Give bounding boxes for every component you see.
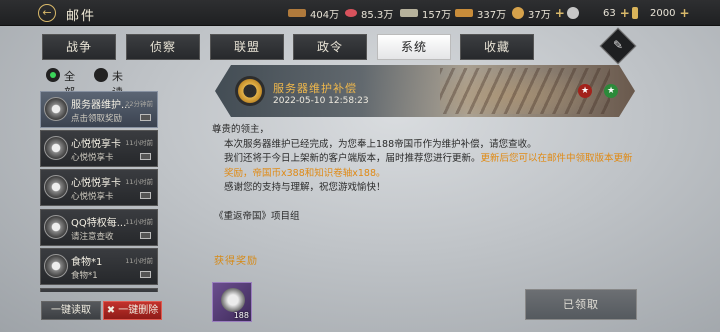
tab-war[interactable]: 战争 [42,34,116,60]
add-silver-button[interactable]: + [620,6,630,20]
envelope-icon [140,114,151,121]
seal-icon [44,175,68,199]
iron-icon [455,9,473,17]
tab-scout[interactable]: 侦察 [126,34,200,60]
add-gold-button[interactable]: + [555,6,565,20]
delete-all-label: 一键删除 [118,305,159,316]
tab-system[interactable]: 系统 [377,34,451,60]
mail-body: 尊贵的领主， 本次服务器维护已经完成，为您奉上188帝国币作为维护补偿，请您查收… [212,123,642,196]
gold-icon [512,7,524,19]
page-title: 邮件 [66,9,97,24]
envelope-icon [140,271,151,278]
resource-value: 404万 [310,9,340,21]
stone-icon [400,9,418,17]
mail-paragraph: 感谢您的支持与理解，祝您游戏愉快！ [224,182,386,193]
read-all-button[interactable]: 一键读取 [41,301,101,320]
tab-alliance[interactable]: 联盟 [210,34,284,60]
mail-title: 食物*1 [71,257,103,268]
add-gems-button[interactable]: + [679,6,689,20]
resource-gems: 2000 + [632,6,690,20]
mail-list-item[interactable]: 食物*1 食物*1 11小时前 [40,248,158,285]
mail-list-item[interactable]: 心悦悦享卡 心悦悦享卡 11小时前 [40,130,158,167]
mail-title: 服务器维护... [71,100,131,111]
resource-wood: 404万 [288,6,340,21]
meat-icon [345,9,357,17]
reward-count: 188 [233,311,249,320]
mail-time: 11小时前 [125,178,153,186]
mail-subtitle: 请注意查收 [71,232,114,242]
seal-icon [44,254,68,278]
quill-icon: ✎ [612,38,624,52]
gem-icon [632,7,638,19]
gear-icon: ⚙ [235,76,265,106]
wood-icon [288,9,306,17]
resource-stone: 157万 [400,6,452,21]
seal-icon [44,215,68,239]
trash-icon: ✖ [106,305,116,316]
silver-coin-icon [567,7,579,19]
mail-detail-title: 服务器维护补偿 [273,82,357,95]
mail-time: 11小时前 [125,257,153,265]
resource-silver: 63 + [567,6,630,20]
mail-subtitle: 点击领取奖励 [71,114,123,124]
mail-signature: 《重返帝国》项目组 [214,211,300,222]
mail-time: 11小时前 [125,139,153,147]
mail-title: 心悦悦享卡 [71,178,121,189]
mail-time: 11小时前 [125,218,153,226]
tab-decree[interactable]: 政令 [293,34,367,60]
filter-all-radio[interactable] [46,68,60,82]
mail-list-item[interactable]: 心悦悦享卡 心悦悦享卡 11小时前 [40,169,158,206]
resource-value: 2000 [650,7,676,19]
filter-unread-radio[interactable] [94,68,108,82]
resource-value: 63 [603,7,616,19]
back-arrow-icon[interactable]: ← [38,4,56,22]
mail-title: 心悦悦享卡 [71,139,121,150]
empire-coin-icon [221,288,245,312]
mail-text: 我们还将于今日上架新的客户端版本，届时推荐您进行更新。 [224,153,481,164]
tab-favorites[interactable]: 收藏 [460,34,534,60]
reward-item[interactable]: 188 [212,282,252,322]
mail-list-item[interactable]: 服务器维护... 点击领取奖励 22分钟前 [40,91,158,128]
seal-icon [44,136,68,160]
resource-gold: 37万 + [512,6,565,21]
mail-time: 22分钟前 [125,100,153,108]
rewards-label: 获得奖励 [214,256,258,267]
mail-category-tabs: 战争 侦察 联盟 政令 系统 收藏 ✎ [0,27,720,65]
seal-icon [44,97,68,121]
envelope-icon [140,232,151,239]
top-bar: ← 邮件 404万 85.3万 157万 337万 37万 + 63 + 200… [0,0,720,26]
envelope-icon [140,192,151,199]
mail-subtitle: 心悦悦享卡 [71,153,114,163]
resource-value: 37万 [528,9,551,21]
resource-meat: 85.3万 [345,6,394,21]
mail-list-item[interactable]: QQ特权每... 请注意查收 11小时前 [40,209,158,246]
faction-green-icon: ★ [604,84,618,98]
mail-subtitle: 食物*1 [71,271,98,281]
mail-list: 服务器维护... 点击领取奖励 22分钟前 心悦悦享卡 心悦悦享卡 11小时前 … [40,88,158,292]
resource-value: 85.3万 [361,9,394,21]
resource-value: 337万 [477,9,507,21]
claimed-button[interactable]: 已领取 [525,289,637,320]
mail-greeting: 尊贵的领主， [212,124,270,135]
envelope-icon [140,153,151,160]
mail-paragraph: 本次服务器维护已经完成，为您奉上188帝国币作为维护补偿，请您查收。 [224,138,537,150]
mail-list-item-partial[interactable] [40,288,158,292]
faction-red-icon: ★ [578,84,592,98]
resource-iron: 337万 [455,6,507,21]
delete-all-button[interactable]: ✖ 一键删除 [103,301,162,320]
resource-value: 157万 [422,9,452,21]
mail-paragraph: 我们还将于今日上架新的客户端版本，届时推荐您进行更新。更新后您可以在邮件中领取版… [212,152,642,181]
mail-title: QQ特权每... [71,218,127,229]
mail-detail-date: 2022-05-10 12:58:23 [273,96,369,106]
mail-subtitle: 心悦悦享卡 [71,192,114,202]
